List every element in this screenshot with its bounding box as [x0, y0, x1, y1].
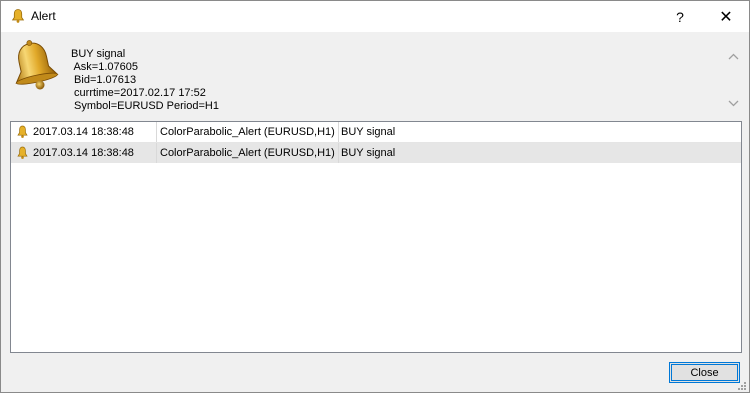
alert-expert: ColorParabolic_Alert (EURUSD,H1) — [160, 147, 335, 159]
resize-grip-icon[interactable] — [736, 380, 747, 391]
alert-window: Alert ? ✕ BUY signal Ask=1.07605 Bid=1.0… — [0, 0, 750, 393]
bell-icon — [15, 40, 59, 90]
alert-message: BUY signal — [341, 126, 396, 138]
help-button[interactable]: ? — [657, 1, 703, 32]
title-bar[interactable]: Alert ? ✕ — [1, 1, 749, 32]
scroll-up-icon[interactable] — [728, 53, 739, 61]
column-divider — [338, 122, 339, 142]
alert-time: 2017.03.14 18:38:48 — [33, 147, 134, 159]
scroll-down-icon[interactable] — [728, 99, 739, 107]
column-divider — [156, 143, 157, 163]
alert-time: 2017.03.14 18:38:48 — [33, 126, 134, 138]
bell-icon — [11, 9, 25, 23]
bell-icon — [17, 146, 28, 159]
alert-message-text: BUY signal Ask=1.07605 Bid=1.07613 currt… — [71, 48, 219, 112]
close-button[interactable]: Close — [669, 362, 740, 383]
window-close-button[interactable]: ✕ — [703, 1, 749, 32]
bell-icon — [17, 125, 28, 138]
alert-message: BUY signal — [341, 147, 396, 159]
window-title: Alert — [31, 9, 56, 23]
message-scrollbar[interactable] — [725, 46, 742, 112]
list-item[interactable]: 2017.03.14 18:38:48 ColorParabolic_Alert… — [11, 143, 741, 163]
column-divider — [156, 122, 157, 142]
column-divider — [338, 143, 339, 163]
alert-expert: ColorParabolic_Alert (EURUSD,H1) — [160, 126, 335, 138]
message-panel: BUY signal Ask=1.07605 Bid=1.07613 currt… — [1, 32, 749, 116]
list-item[interactable]: 2017.03.14 18:38:48 ColorParabolic_Alert… — [11, 122, 741, 143]
alerts-list[interactable]: 2017.03.14 18:38:48 ColorParabolic_Alert… — [10, 121, 742, 353]
